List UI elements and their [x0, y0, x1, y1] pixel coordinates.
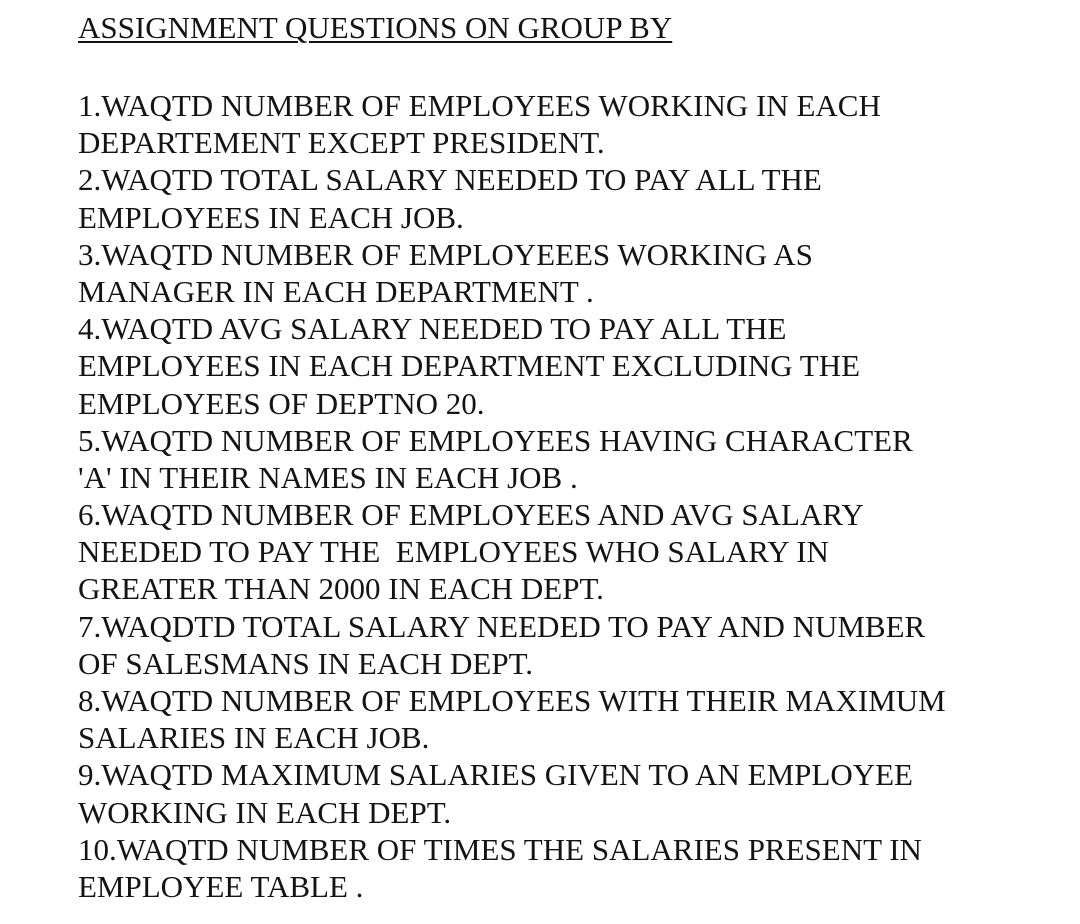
question-line: EMPLOYEE TABLE .: [78, 868, 364, 904]
document-title: ASSIGNMENT QUESTIONS ON GROUP BY: [78, 10, 673, 45]
question-item: 4.WAQTD AVG SALARY NEEDED TO PAY ALL THE…: [78, 310, 946, 422]
document-page: ASSIGNMENT QUESTIONS ON GROUP BY 1.WAQTD…: [0, 0, 1080, 924]
question-line: 3.WAQTD NUMBER OF EMPLOYEEES WORKING AS: [78, 236, 813, 272]
question-line: EMPLOYEES IN EACH JOB.: [78, 199, 464, 235]
question-line: 2.WAQTD TOTAL SALARY NEEDED TO PAY ALL T…: [78, 162, 822, 198]
question-line: GREATER THAN 2000 IN EACH DEPT.: [78, 571, 604, 607]
question-line: EMPLOYEES IN EACH DEPARTMENT EXCLUDING T…: [78, 348, 861, 384]
question-item: 5.WAQTD NUMBER OF EMPLOYEES HAVING CHARA…: [78, 422, 946, 496]
question-list: 1.WAQTD NUMBER OF EMPLOYEES WORKING IN E…: [78, 87, 946, 905]
question-item: 2.WAQTD TOTAL SALARY NEEDED TO PAY ALL T…: [78, 161, 946, 235]
question-item: 1.WAQTD NUMBER OF EMPLOYEES WORKING IN E…: [78, 87, 946, 161]
question-line: 1.WAQTD NUMBER OF EMPLOYEES WORKING IN E…: [78, 88, 881, 123]
question-item: 8.WAQTD NUMBER OF EMPLOYEES WITH THEIR M…: [78, 682, 946, 756]
question-line: OF SALESMANS IN EACH DEPT.: [78, 645, 533, 681]
question-line: DEPARTEMENT EXCEPT PRESIDENT.: [78, 125, 605, 161]
question-item: 3.WAQTD NUMBER OF EMPLOYEEES WORKING AS M…: [78, 236, 946, 310]
question-line: SALARIES IN EACH JOB.: [78, 720, 430, 756]
question-line: 6.WAQTD NUMBER OF EMPLOYEES AND AVG SALA…: [78, 497, 864, 533]
question-line: 'A' IN THEIR NAMES IN EACH JOB .: [78, 459, 578, 495]
question-line: 10.WAQTD NUMBER OF TIMES THE SALARIES PR…: [78, 831, 922, 867]
question-item: 10.WAQTD NUMBER OF TIMES THE SALARIES PR…: [78, 831, 946, 905]
question-line: EMPLOYEES OF DEPTNO 20.: [78, 385, 485, 421]
question-line: 7.WAQDTD TOTAL SALARY NEEDED TO PAY AND …: [78, 608, 926, 644]
question-line: 4.WAQTD AVG SALARY NEEDED TO PAY ALL THE: [78, 311, 787, 347]
question-line: NEEDED TO PAY THE EMPLOYEES WHO SALARY I…: [78, 534, 829, 570]
question-line: 8.WAQTD NUMBER OF EMPLOYEES WITH THEIR M…: [78, 683, 946, 718]
question-item: 7.WAQDTD TOTAL SALARY NEEDED TO PAY AND …: [78, 608, 946, 682]
question-line: MANAGER IN EACH DEPARTMENT .: [78, 273, 594, 309]
question-item: 6.WAQTD NUMBER OF EMPLOYEES AND AVG SALA…: [78, 496, 946, 608]
question-line: WORKING IN EACH DEPT.: [78, 794, 452, 830]
question-item: 9.WAQTD MAXIMUM SALARIES GIVEN TO AN EMP…: [78, 756, 946, 830]
question-line: 5.WAQTD NUMBER OF EMPLOYEES HAVING CHARA…: [78, 422, 913, 458]
question-line: 9.WAQTD MAXIMUM SALARIES GIVEN TO AN EMP…: [78, 757, 913, 793]
